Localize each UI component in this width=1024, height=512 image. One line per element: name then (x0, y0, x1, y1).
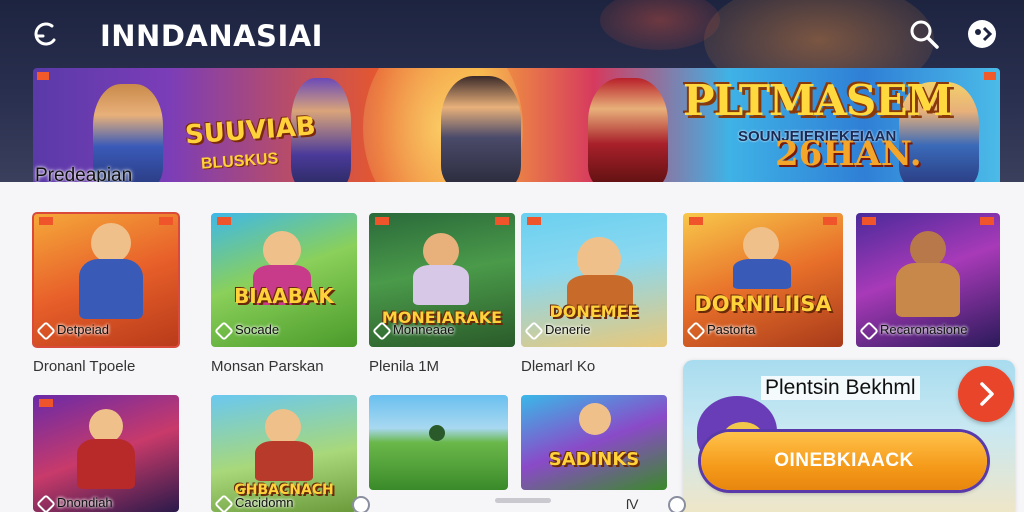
header-decoration (600, 0, 720, 50)
tree-art (429, 425, 445, 441)
character-art (91, 223, 131, 263)
character-art (263, 231, 301, 269)
tile-badge (823, 217, 837, 225)
game-tile[interactable] (369, 395, 508, 490)
tile-badge (689, 217, 703, 225)
promo-title: PLTMASEM (683, 76, 953, 125)
game-tile[interactable]: MONEIARAKE Monneaae (369, 213, 515, 347)
tile-label: Denerie (527, 322, 591, 337)
tile-badge (495, 217, 509, 225)
game-title[interactable]: Monsan Parskan (211, 358, 324, 375)
character-art (743, 227, 779, 263)
character-art (910, 231, 946, 267)
tile-label: Socade (217, 322, 279, 337)
search-icon[interactable] (906, 16, 942, 52)
play-now-button[interactable]: OINEBKIAACK (701, 432, 987, 490)
character-art (77, 439, 135, 489)
character-art (255, 441, 313, 481)
game-title[interactable]: Dlemarl Ko (521, 358, 595, 375)
banner-badge (37, 72, 49, 80)
tile-art-title: DONEMEE (549, 302, 639, 321)
tile-label: Dnondiah (39, 495, 113, 510)
banner-badge (984, 72, 996, 80)
featured-title: Plentsin Bekhml (761, 376, 920, 400)
game-tile[interactable]: Recaronasione (856, 213, 1000, 347)
tile-label: Recaronasione (862, 322, 967, 337)
character-art (733, 259, 791, 289)
profile-icon[interactable] (964, 16, 1000, 52)
character-art (579, 403, 611, 435)
banner-game-subtitle: BLUSKUS (200, 150, 279, 173)
game-tile[interactable]: SADINKS (521, 395, 667, 490)
bottom-caption: ſV (626, 496, 639, 512)
share-icon[interactable] (668, 496, 686, 512)
character-art (423, 233, 459, 269)
game-tile[interactable]: Dnondiah (33, 395, 179, 512)
tile-art-title: DORNILIISA (694, 292, 832, 316)
tile-badge (527, 217, 541, 225)
game-tile[interactable]: DONEMEE Denerie (521, 213, 667, 347)
tile-label: Detpeiad (39, 322, 109, 337)
tile-art-title: SADINKS (548, 449, 640, 470)
tile-label: Pastorta (689, 322, 755, 337)
character-art (441, 76, 521, 188)
character-art (896, 263, 960, 317)
back-arrow-icon[interactable] (28, 16, 64, 52)
tile-badge (217, 217, 231, 225)
character-art (89, 409, 123, 443)
chevron-right-icon[interactable] (958, 366, 1014, 422)
character-art (265, 409, 301, 445)
character-art (79, 259, 143, 319)
promo-banner[interactable]: SUUVIAB BLUSKUS PLTMASEM SOUNJEIERIEKEIA… (33, 68, 1000, 188)
promo-figure: 26HAN. (775, 134, 922, 174)
tile-art-title: BIAABAK (234, 284, 334, 308)
game-tile[interactable]: DORNILIISA Pastorta (683, 213, 843, 347)
character-art (413, 265, 469, 305)
game-tile[interactable]: BIAABAK Socade (211, 213, 357, 347)
game-title[interactable]: Plenila 1M (369, 358, 439, 375)
scroll-handle[interactable] (495, 498, 551, 503)
tile-label: Monneaae (375, 322, 454, 337)
game-title[interactable]: Dronanl Tpoele (33, 358, 135, 375)
featured-card[interactable]: Plentsin Bekhml OINEBKIAACK (683, 360, 1015, 512)
game-tile[interactable]: Detpeiad (32, 212, 180, 348)
tile-label: Cacidomn (217, 495, 294, 510)
game-tile[interactable]: GHBACNACH Cacidomn (211, 395, 357, 512)
tile-badge (39, 217, 53, 225)
tile-badge (39, 399, 53, 407)
chat-icon[interactable] (352, 496, 370, 512)
tile-badge (375, 217, 389, 225)
tile-badge (159, 217, 173, 225)
banner-game-title: SUUVIAB (184, 111, 317, 151)
app-title: INNDANASIAI (100, 19, 323, 53)
tile-badge (980, 217, 994, 225)
character-art (588, 78, 668, 188)
tile-badge (862, 217, 876, 225)
